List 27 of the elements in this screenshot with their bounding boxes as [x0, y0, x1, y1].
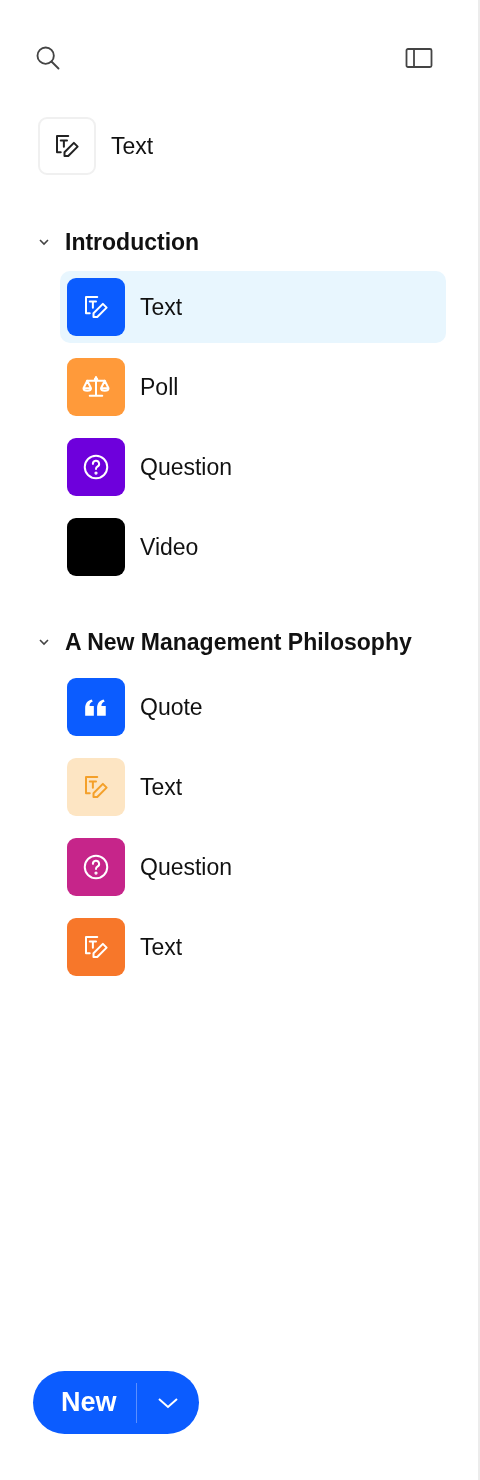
slide-label: Text: [140, 773, 183, 801]
slide-item[interactable]: Video: [60, 511, 446, 583]
slide-label: Text: [140, 933, 183, 961]
sidebar-toggle-button[interactable]: [405, 46, 433, 70]
sidebar-icon: [405, 46, 433, 70]
section-header[interactable]: A New Management Philosophy: [36, 627, 478, 657]
slide-label: Video: [140, 533, 199, 561]
slide-item[interactable]: Text: [60, 271, 446, 343]
question-icon: [81, 852, 111, 882]
chevron-icon: [157, 1395, 179, 1410]
slide-item[interactable]: Text: [60, 911, 446, 983]
slide-label: Quote: [140, 693, 203, 721]
slide-item[interactable]: Quote: [60, 671, 446, 743]
slide-label: Text: [140, 293, 183, 321]
slide-item[interactable]: Poll: [60, 351, 446, 423]
search-button[interactable]: [34, 44, 62, 72]
slide-label: Question: [140, 453, 233, 481]
current-slide-label: Text: [111, 132, 154, 160]
new-button[interactable]: New: [33, 1371, 136, 1434]
section-header[interactable]: Introduction: [36, 227, 478, 257]
slide-item[interactable]: Question: [60, 431, 446, 503]
slide-item[interactable]: Question: [60, 831, 446, 903]
slide-label: Question: [140, 853, 233, 881]
question-icon: [81, 452, 111, 482]
search-icon: [34, 44, 62, 72]
slide-item[interactable]: Text: [60, 751, 446, 823]
slide-label: Poll: [140, 373, 179, 401]
